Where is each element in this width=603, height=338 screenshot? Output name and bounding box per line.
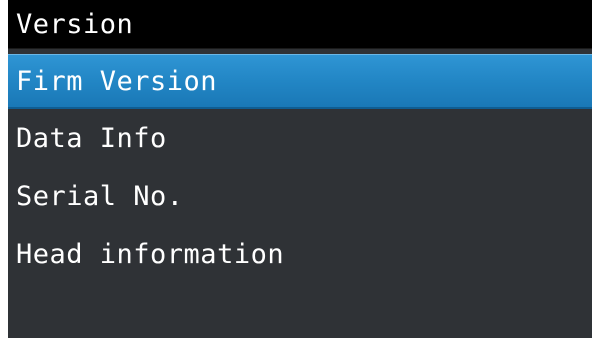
menu-item-head-information[interactable]: Head information	[8, 225, 592, 283]
screen-title: Version	[8, 0, 592, 49]
menu-item-firm-version[interactable]: Firm Version	[8, 54, 592, 109]
menu-item-serial-no[interactable]: Serial No.	[8, 167, 592, 225]
display-screen: Version Firm Version Data Info Serial No…	[8, 0, 592, 338]
menu-item-data-info[interactable]: Data Info	[8, 109, 592, 167]
version-menu: Firm Version Data Info Serial No. Head i…	[8, 54, 592, 283]
